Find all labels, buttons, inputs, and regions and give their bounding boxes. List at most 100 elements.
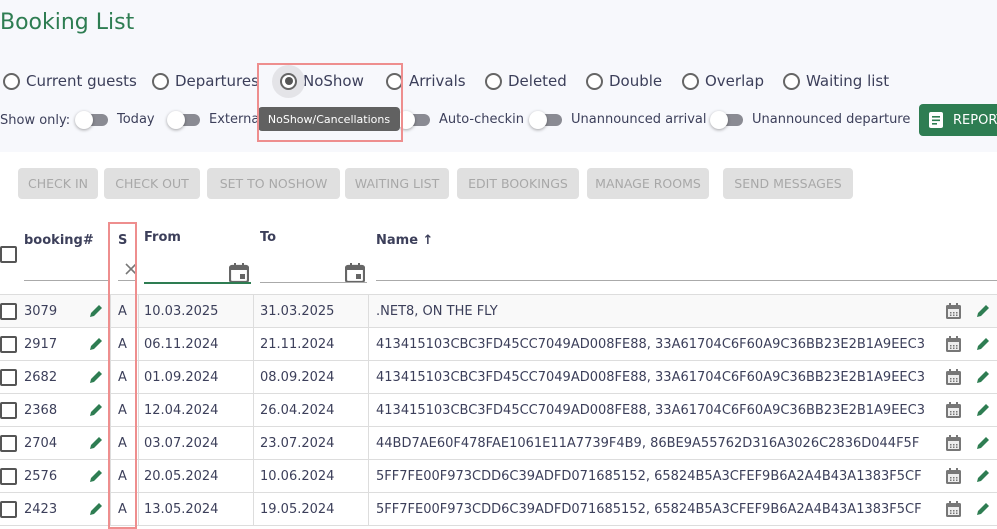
to-date: 21.11.2024 <box>260 337 335 352</box>
edit-booking-icon[interactable] <box>88 336 104 352</box>
booking-number: 2368 <box>24 403 58 418</box>
check-in-button[interactable]: CHECK IN <box>18 168 98 199</box>
table-row[interactable]: 2682 A 01.09.2024 08.09.2024 413415103CB… <box>0 361 997 394</box>
to-date: 26.04.2024 <box>260 403 335 418</box>
toggle-switch[interactable] <box>710 110 743 129</box>
calendar-icon[interactable] <box>946 336 961 352</box>
toggle-unannounced-arrival[interactable]: Unannounced arrival <box>529 110 707 129</box>
table-row[interactable]: 3079 A 10.03.2025 31.03.2025 .NET8, ON T… <box>0 295 997 328</box>
row-checkbox[interactable] <box>0 402 17 419</box>
column-header-to[interactable]: To <box>260 230 276 245</box>
row-checkbox[interactable] <box>0 369 17 386</box>
calendar-icon[interactable] <box>229 263 249 283</box>
row-checkbox[interactable] <box>0 336 17 353</box>
toggle-switch[interactable] <box>529 110 562 129</box>
column-header-name[interactable]: Name ↑ <box>376 233 433 248</box>
page-title: Booking List <box>0 10 135 35</box>
toggle-external[interactable]: External <box>167 110 263 129</box>
edit-icon[interactable] <box>975 501 991 517</box>
report-button[interactable]: REPORT <box>919 104 997 136</box>
radio-circle-icon <box>783 72 800 90</box>
check-out-button[interactable]: CHECK OUT <box>104 168 200 199</box>
booking-filter-input[interactable] <box>24 280 108 281</box>
radio-double[interactable]: Double <box>586 72 662 90</box>
table-row[interactable]: 2704 A 03.07.2024 23.07.2024 44BD7AE60F4… <box>0 427 997 460</box>
highlight-box-status-column <box>108 222 137 529</box>
manage-rooms-button[interactable]: MANAGE ROOMS <box>587 168 709 199</box>
name-filter-input[interactable] <box>376 280 997 281</box>
table-row[interactable]: 2423 A 13.05.2024 19.05.2024 5FF7FE00F97… <box>0 493 997 526</box>
toggle-switch[interactable] <box>397 110 430 129</box>
name-header-label: Name <box>376 233 419 248</box>
calendar-icon[interactable] <box>946 402 961 418</box>
edit-icon[interactable] <box>975 303 991 319</box>
edit-icon[interactable] <box>975 435 991 451</box>
edit-icon[interactable] <box>975 336 991 352</box>
calendar-icon[interactable] <box>946 435 961 451</box>
edit-booking-icon[interactable] <box>88 303 104 319</box>
from-date-input[interactable] <box>144 282 251 284</box>
radio-label: Overlap <box>705 72 764 90</box>
toggle-auto-checkin[interactable]: Auto-checkin <box>397 110 524 129</box>
from-date: 20.05.2024 <box>144 469 219 484</box>
toggle-label: Unannounced departure <box>752 112 911 127</box>
guest-name: 44BD7AE60F478FAE1061E11A7739F4B9, 86BE9A… <box>376 436 920 451</box>
row-checkbox[interactable] <box>0 501 17 518</box>
select-all-checkbox[interactable] <box>0 246 17 263</box>
row-checkbox[interactable] <box>0 435 17 452</box>
column-header-from[interactable]: From <box>144 230 181 245</box>
radio-overlap[interactable]: Overlap <box>682 72 764 90</box>
calendar-icon[interactable] <box>946 303 961 319</box>
to-date: 23.07.2024 <box>260 436 335 451</box>
column-header-booking[interactable]: booking# <box>24 233 94 248</box>
edit-booking-icon[interactable] <box>88 501 104 517</box>
radio-circle-icon <box>3 72 20 90</box>
guest-name: 413415103CBC3FD45CC7049AD008FE88, 33A617… <box>376 403 925 418</box>
radio-departures[interactable]: Departures <box>152 72 259 90</box>
radio-circle-icon <box>152 72 169 90</box>
booking-number: 2704 <box>24 436 58 451</box>
toggle-switch[interactable] <box>75 110 108 129</box>
calendar-icon[interactable] <box>946 501 961 517</box>
radio-label: Double <box>609 72 663 90</box>
edit-icon[interactable] <box>975 369 991 385</box>
edit-booking-icon[interactable] <box>88 402 104 418</box>
radio-label: Deleted <box>508 72 567 90</box>
to-date-input[interactable] <box>260 282 367 283</box>
calendar-icon[interactable] <box>946 468 961 484</box>
show-only-label: Show only: <box>0 113 71 128</box>
set-to-noshow-button[interactable]: SET TO NOSHOW <box>207 168 340 199</box>
guest-name: 413415103CBC3FD45CC7049AD008FE88, 33A617… <box>376 337 925 352</box>
edit-booking-icon[interactable] <box>88 435 104 451</box>
calendar-icon[interactable] <box>345 263 365 283</box>
toggle-label: Today <box>117 112 155 127</box>
toggle-today[interactable]: Today <box>75 110 155 129</box>
to-date: 31.03.2025 <box>260 304 335 319</box>
radio-label: Waiting list <box>806 72 890 90</box>
edit-booking-icon[interactable] <box>88 468 104 484</box>
guest-name: 5FF7FE00F973CDD6C39ADFD071685152, 65824B… <box>376 502 922 517</box>
to-date: 19.05.2024 <box>260 502 335 517</box>
send-messages-button[interactable]: SEND MESSAGES <box>723 168 853 199</box>
booking-number: 2917 <box>24 337 58 352</box>
radio-current-guests[interactable]: Current guests <box>3 72 137 90</box>
table-row[interactable]: 2917 A 06.11.2024 21.11.2024 413415103CB… <box>0 328 997 361</box>
edit-icon[interactable] <box>975 402 991 418</box>
guest-name: 413415103CBC3FD45CC7049AD008FE88, 33A617… <box>376 370 925 385</box>
waiting-list-button[interactable]: WAITING LIST <box>345 168 449 199</box>
booking-number: 3079 <box>24 304 58 319</box>
edit-booking-icon[interactable] <box>88 369 104 385</box>
radio-label: Current guests <box>26 72 137 90</box>
calendar-icon[interactable] <box>946 369 961 385</box>
radio-deleted[interactable]: Deleted <box>485 72 567 90</box>
toggle-unannounced-departure[interactable]: Unannounced departure <box>710 110 911 129</box>
edit-bookings-button[interactable]: EDIT BOOKINGS <box>457 168 579 199</box>
radio-waiting-list[interactable]: Waiting list <box>783 72 889 90</box>
row-checkbox[interactable] <box>0 303 17 320</box>
toggle-label: Unannounced arrival <box>571 112 707 127</box>
toggle-switch[interactable] <box>167 110 200 129</box>
table-row[interactable]: 2576 A 20.05.2024 10.06.2024 5FF7FE00F97… <box>0 460 997 493</box>
table-row[interactable]: 2368 A 12.04.2024 26.04.2024 413415103CB… <box>0 394 997 427</box>
row-checkbox[interactable] <box>0 468 17 485</box>
edit-icon[interactable] <box>975 468 991 484</box>
